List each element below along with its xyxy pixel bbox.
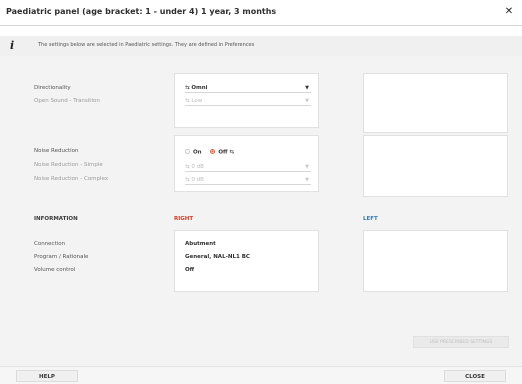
directionality-label: Directionality — [34, 85, 71, 91]
link-icon: ⇆ — [229, 149, 235, 156]
noise-reduction-off-option[interactable]: Off ⇆ — [210, 149, 234, 156]
right-panel-noise-reduction: On Off ⇆ ⇆ 0 dB ▼ ⇆ 0 dB ▼ — [174, 135, 319, 192]
connection-value: Abutment — [185, 241, 216, 247]
open-sound-value: Low — [191, 98, 203, 104]
connection-label: Connection — [34, 241, 66, 247]
program-rationale-label: Program / Rationale — [34, 254, 89, 260]
information-header: INFORMATION — [34, 216, 78, 222]
nr-simple-label: Noise Reduction - Simple — [34, 162, 103, 168]
chevron-down-icon: ▼ — [305, 177, 309, 183]
dialog-titlebar: Paediatric panel (age bracket: 1 - under… — [0, 0, 522, 26]
close-button[interactable]: CLOSE — [444, 370, 506, 382]
noise-reduction-radio-group: On Off ⇆ — [185, 149, 241, 156]
chevron-down-icon: ▼ — [305, 98, 309, 104]
left-panel-information — [363, 230, 508, 292]
chevron-down-icon: ▼ — [305, 85, 309, 91]
directionality-value: Omni — [191, 85, 208, 91]
noise-reduction-on-option[interactable]: On — [185, 149, 202, 156]
info-text: The settings below are selected in Paedi… — [38, 42, 255, 48]
close-icon[interactable]: ✕ — [502, 5, 516, 19]
right-header: RIGHT — [174, 216, 194, 222]
open-sound-label: Open Sound - Transition — [34, 98, 100, 104]
program-rationale-value: General, NAL-NL1 BC — [185, 254, 250, 260]
left-panel-directionality — [363, 73, 508, 133]
chevron-down-icon: ▼ — [305, 164, 309, 170]
left-header: LEFT — [363, 216, 378, 222]
dialog-title: Paediatric panel (age bracket: 1 - under… — [6, 7, 277, 16]
directionality-select[interactable]: ⇆ Omni ▼ — [185, 84, 311, 93]
right-panel-directionality: ⇆ Omni ▼ ⇆ Low ▼ — [174, 73, 319, 128]
nr-complex-value: 0 dB — [191, 177, 204, 183]
settings-content: Directionality Open Sound - Transition ⇆… — [0, 56, 522, 366]
open-sound-select[interactable]: ⇆ Low ▼ — [185, 97, 311, 106]
noise-reduction-label: Noise Reduction — [34, 148, 79, 154]
info-icon: i — [10, 39, 15, 52]
info-bar: i The settings below are selected in Pae… — [0, 36, 522, 56]
right-panel-information: Abutment General, NAL-NL1 BC Off — [174, 230, 319, 292]
use-prescribed-settings-button[interactable]: USE PRESCRIBED SETTINGS — [413, 336, 509, 348]
dialog-footer: HELP CLOSE — [0, 366, 522, 384]
nr-complex-select[interactable]: ⇆ 0 dB ▼ — [185, 176, 311, 185]
volume-control-value: Off — [185, 267, 195, 273]
nr-simple-select[interactable]: ⇆ 0 dB ▼ — [185, 163, 311, 172]
volume-control-label: Volume control — [34, 267, 76, 273]
radio-off[interactable] — [210, 149, 216, 154]
nr-complex-label: Noise Reduction - Complex — [34, 176, 109, 182]
radio-on[interactable] — [185, 149, 190, 154]
help-button[interactable]: HELP — [16, 370, 78, 382]
nr-simple-value: 0 dB — [191, 164, 204, 170]
left-panel-noise-reduction — [363, 135, 508, 197]
